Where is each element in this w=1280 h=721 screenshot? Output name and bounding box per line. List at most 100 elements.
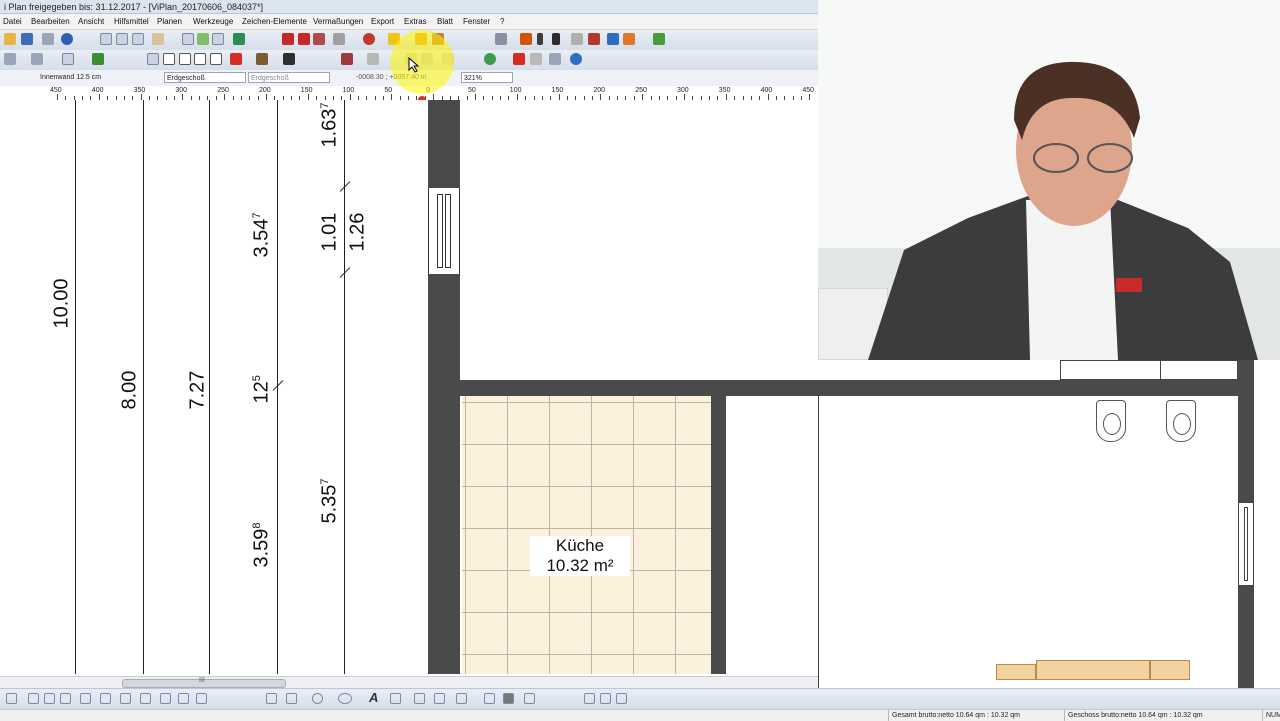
tool-icon-3[interactable] xyxy=(44,693,55,704)
polygon-icon[interactable] xyxy=(434,693,445,704)
wall-kitchen-right[interactable] xyxy=(711,396,726,674)
confirm-icon[interactable] xyxy=(484,53,496,65)
zoom-in-icon[interactable] xyxy=(116,33,128,45)
measure-icon[interactable] xyxy=(233,33,245,45)
arrow-line-icon[interactable] xyxy=(484,693,495,704)
book-icon[interactable] xyxy=(588,33,600,45)
zoom-select[interactable]: 321% xyxy=(461,72,513,83)
wall-right-upper[interactable] xyxy=(1238,360,1254,502)
house-3d-icon[interactable] xyxy=(653,33,665,45)
info-icon[interactable] xyxy=(61,33,73,45)
menu-fenster[interactable]: Fenster xyxy=(463,14,490,29)
menu-ansicht[interactable]: Ansicht xyxy=(78,14,104,29)
menu-help[interactable]: ? xyxy=(500,14,504,29)
menu-werkzeuge[interactable]: Werkzeuge xyxy=(193,14,233,29)
print-icon[interactable] xyxy=(42,33,54,45)
toilet-2-icon[interactable] xyxy=(1166,400,1196,442)
rectangle-icon[interactable] xyxy=(286,693,297,704)
house-outline-icon[interactable] xyxy=(31,53,43,65)
window-w-icon[interactable] xyxy=(163,53,175,65)
undo-grey-icon[interactable] xyxy=(530,53,542,65)
circle-icon[interactable] xyxy=(312,693,323,704)
tool-icon-4[interactable] xyxy=(60,693,71,704)
window-opening[interactable] xyxy=(428,188,460,274)
open-folder-icon[interactable] xyxy=(4,33,16,45)
draw-pen-icon[interactable] xyxy=(341,53,353,65)
scale-icon[interactable] xyxy=(571,33,583,45)
pdf-icon[interactable] xyxy=(282,33,294,45)
menu-vermassungen[interactable]: Vermaßungen xyxy=(313,14,363,29)
triangle-icon[interactable] xyxy=(456,693,467,704)
window-top-right[interactable] xyxy=(1060,360,1238,380)
select-icon[interactable] xyxy=(197,33,209,45)
tool-icon-1[interactable] xyxy=(6,693,17,704)
kitchen-tile-floor[interactable] xyxy=(462,396,711,674)
furniture-table[interactable] xyxy=(1036,660,1150,680)
cloud-icon-2[interactable] xyxy=(600,693,611,704)
room-r-icon[interactable] xyxy=(210,53,222,65)
column-icon[interactable] xyxy=(537,33,543,45)
menu-zeichen-elemente[interactable]: Zeichen-Elemente xyxy=(242,14,307,29)
import-icon[interactable] xyxy=(313,33,325,45)
furniture-1[interactable] xyxy=(996,664,1036,680)
menu-hilfsmittel[interactable]: Hilfsmittel xyxy=(114,14,149,29)
tool-icon-11[interactable] xyxy=(196,693,207,704)
pan-hand-icon[interactable] xyxy=(152,33,164,45)
wall-tool-icon[interactable] xyxy=(62,53,74,65)
room-label-kitchen[interactable]: Küche 10.32 m² xyxy=(530,536,630,576)
roof-icon[interactable] xyxy=(92,53,104,65)
tool-icon-7[interactable] xyxy=(120,693,131,704)
menu-extras[interactable]: Extras xyxy=(404,14,427,29)
toilet-1-icon[interactable] xyxy=(1096,400,1126,442)
stairs-icon[interactable] xyxy=(520,33,532,45)
menu-datei[interactable]: Datei xyxy=(3,14,22,29)
delete-x-icon[interactable] xyxy=(513,53,525,65)
zoom-window-icon[interactable] xyxy=(100,33,112,45)
wall-right-lower[interactable] xyxy=(1238,586,1254,688)
beam-b-icon[interactable] xyxy=(179,53,191,65)
symbol-icon[interactable] xyxy=(524,693,535,704)
layers-icon[interactable] xyxy=(607,33,619,45)
menu-planen[interactable]: Planen xyxy=(157,14,182,29)
move-disabled-icon[interactable] xyxy=(367,53,379,65)
polyline-icon[interactable] xyxy=(414,693,425,704)
menu-blatt[interactable]: Blatt xyxy=(437,14,453,29)
save-icon[interactable] xyxy=(21,33,33,45)
stamp-icon[interactable] xyxy=(283,53,295,65)
home-icon[interactable] xyxy=(4,53,16,65)
cloud-icon-3[interactable] xyxy=(616,693,627,704)
tool-icon-8[interactable] xyxy=(140,693,151,704)
floor-ref-select[interactable]: Erdgeschoß xyxy=(248,72,330,83)
tool-icon-9[interactable] xyxy=(160,693,171,704)
fill-rect-icon[interactable] xyxy=(503,693,514,704)
tool-icon-5[interactable] xyxy=(80,693,91,704)
support-s-icon[interactable] xyxy=(194,53,206,65)
grid-icon[interactable] xyxy=(212,33,224,45)
tool-icon-6[interactable] xyxy=(100,693,111,704)
plan-canvas-right[interactable] xyxy=(818,360,1280,688)
tool-icon-2[interactable] xyxy=(28,693,39,704)
link-icon[interactable] xyxy=(333,33,345,45)
wall-left-top[interactable] xyxy=(428,100,460,188)
curve-icon[interactable] xyxy=(390,693,401,704)
wall-left-main[interactable] xyxy=(428,274,460,674)
rotate-icon[interactable] xyxy=(256,53,268,65)
plan-canvas[interactable]: 10.00 8.00 7.27 3.547 125 3.598 1.637 1.… xyxy=(0,100,818,674)
ellipse-icon[interactable] xyxy=(338,693,352,704)
copy-icon[interactable] xyxy=(182,33,194,45)
color-picker-icon[interactable] xyxy=(363,33,375,45)
window-right[interactable] xyxy=(1238,502,1254,586)
zoom-out-icon[interactable] xyxy=(132,33,144,45)
euro-icon[interactable] xyxy=(570,53,582,65)
calculator-icon[interactable] xyxy=(549,53,561,65)
cloud-icon-1[interactable] xyxy=(584,693,595,704)
floor-select[interactable]: Erdgeschoß xyxy=(164,72,246,83)
text-tool-icon[interactable]: A xyxy=(369,690,378,705)
export-red-icon[interactable] xyxy=(298,33,310,45)
ruler-tool-icon[interactable] xyxy=(495,33,507,45)
wall-horizontal[interactable] xyxy=(460,380,818,396)
scrollbar-thumb[interactable]: III xyxy=(122,679,286,688)
scissors-icon[interactable] xyxy=(230,53,242,65)
text-cursor-icon[interactable] xyxy=(552,33,560,45)
text-box-icon[interactable] xyxy=(266,693,277,704)
